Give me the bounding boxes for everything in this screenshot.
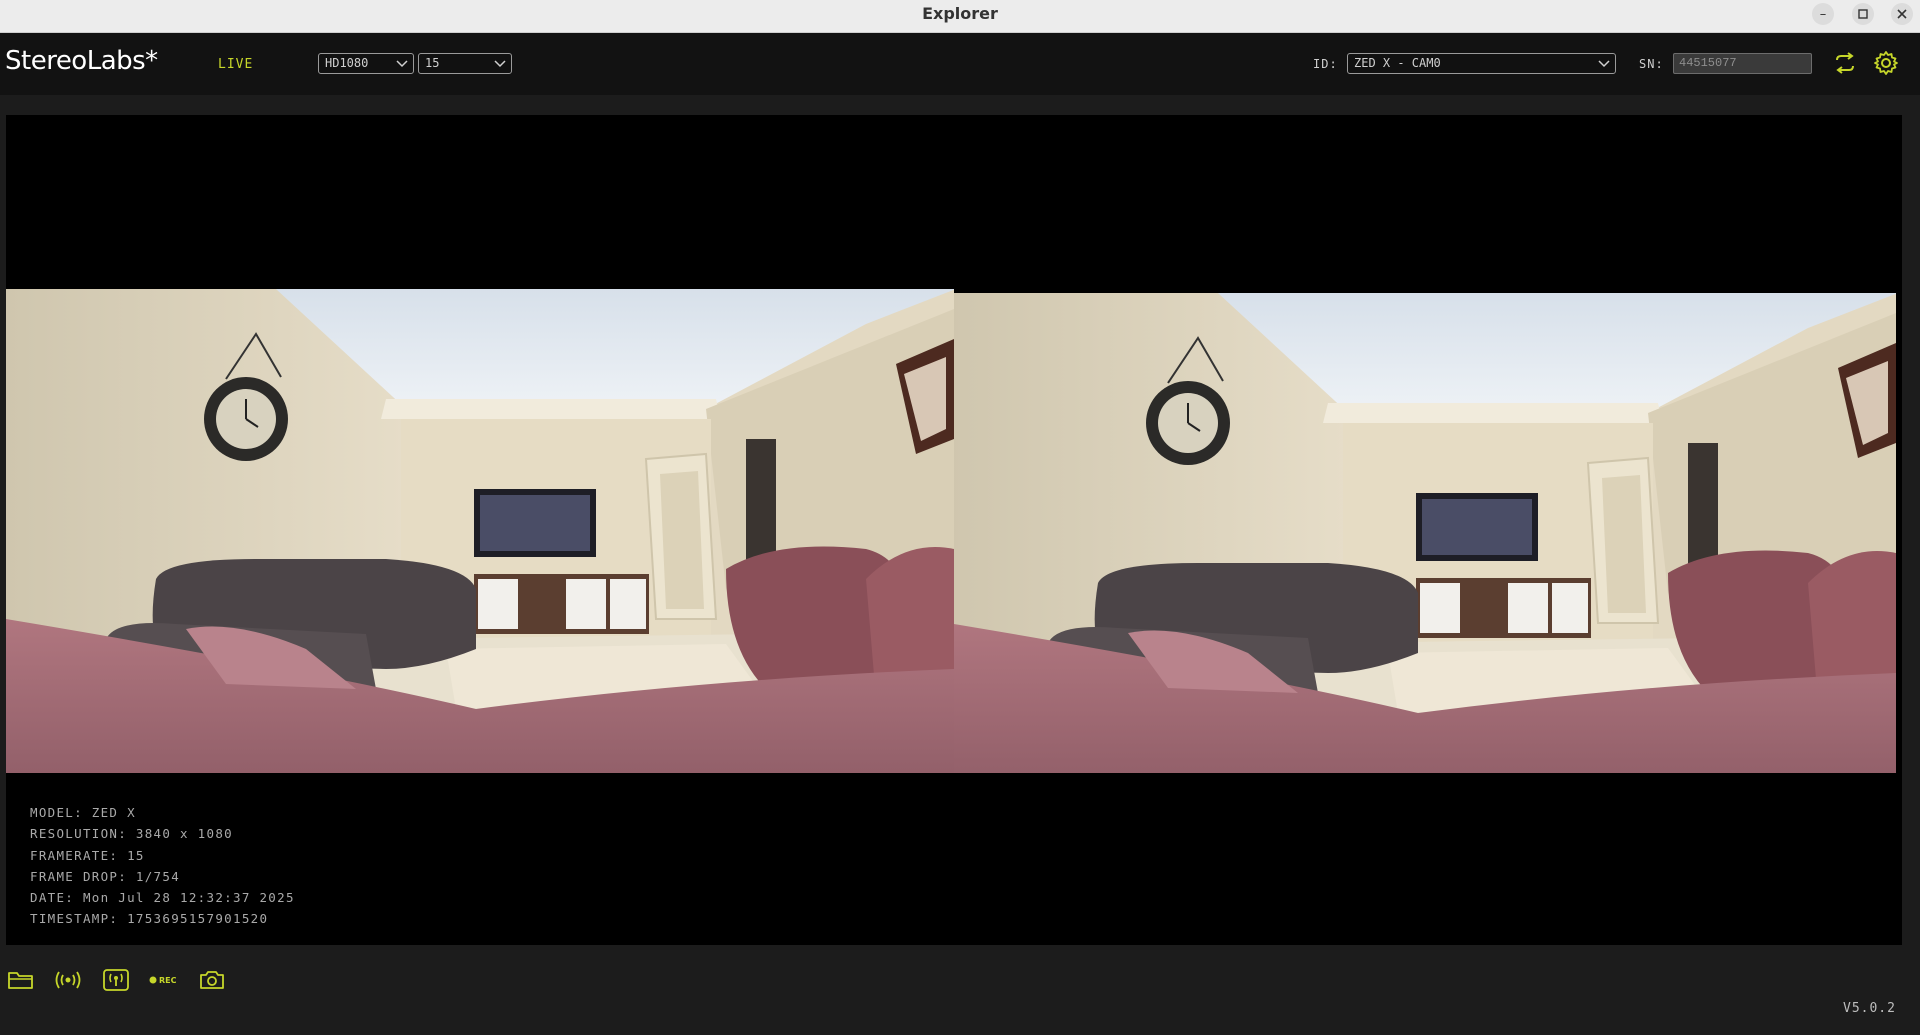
- live-status: LIVE: [218, 57, 254, 72]
- right-camera-image: [954, 289, 1902, 773]
- camera-id-select[interactable]: ZED X - CAM0: [1347, 53, 1616, 74]
- stereo-viewer: MODEL: ZED X RESOLUTION: 3840 x 1080 FRA…: [6, 115, 1902, 945]
- fps-select[interactable]: 15: [418, 53, 512, 74]
- stereolabs-logo: StereoLabs*: [5, 46, 158, 76]
- window-titlebar: Explorer –: [0, 0, 1920, 33]
- folder-icon[interactable]: [6, 968, 36, 992]
- info-model: MODEL: ZED X: [30, 805, 136, 820]
- record-button[interactable]: REC: [149, 970, 177, 990]
- info-frame-drop: FRAME DROP: 1/754: [30, 868, 181, 884]
- fps-select-value: 15: [425, 56, 440, 70]
- info-resolution: RESOLUTION: 3840 x 1080: [30, 826, 233, 842]
- refresh-icon[interactable]: [1832, 50, 1858, 76]
- record-label: REC: [159, 975, 177, 985]
- info-framerate: FRAMERATE: 15: [30, 847, 145, 863]
- chevron-down-icon: [1598, 60, 1610, 68]
- gear-icon[interactable]: [1873, 50, 1899, 76]
- camera-info-panel: MODEL: ZED X RESOLUTION: 3840 x 1080 FRA…: [30, 802, 295, 930]
- app-version: V5.0.2: [1843, 1001, 1896, 1016]
- streaming-device-icon[interactable]: [101, 968, 131, 992]
- chevron-down-icon: [396, 60, 408, 68]
- minimize-icon[interactable]: –: [1812, 3, 1834, 25]
- left-camera-image: [6, 289, 954, 773]
- close-icon[interactable]: [1891, 3, 1913, 25]
- camera-icon[interactable]: [197, 968, 227, 992]
- id-label: ID:: [1313, 57, 1338, 71]
- top-toolbar: [0, 33, 1920, 95]
- resolution-select[interactable]: HD1080: [318, 53, 414, 74]
- serial-number-field[interactable]: 44515077: [1673, 53, 1812, 74]
- window-title: Explorer: [922, 4, 998, 23]
- info-timestamp: TIMESTAMP: 1753695157901520: [30, 911, 269, 927]
- sn-label: SN:: [1639, 57, 1664, 71]
- info-date: DATE: Mon Jul 28 12:32:37 2025: [30, 890, 295, 906]
- record-icon: [149, 976, 157, 984]
- resolution-select-value: HD1080: [325, 56, 369, 70]
- maximize-icon[interactable]: [1852, 3, 1874, 25]
- camera-id-value: ZED X - CAM0: [1354, 56, 1441, 70]
- chevron-down-icon: [494, 60, 506, 68]
- stream-icon[interactable]: [53, 968, 83, 992]
